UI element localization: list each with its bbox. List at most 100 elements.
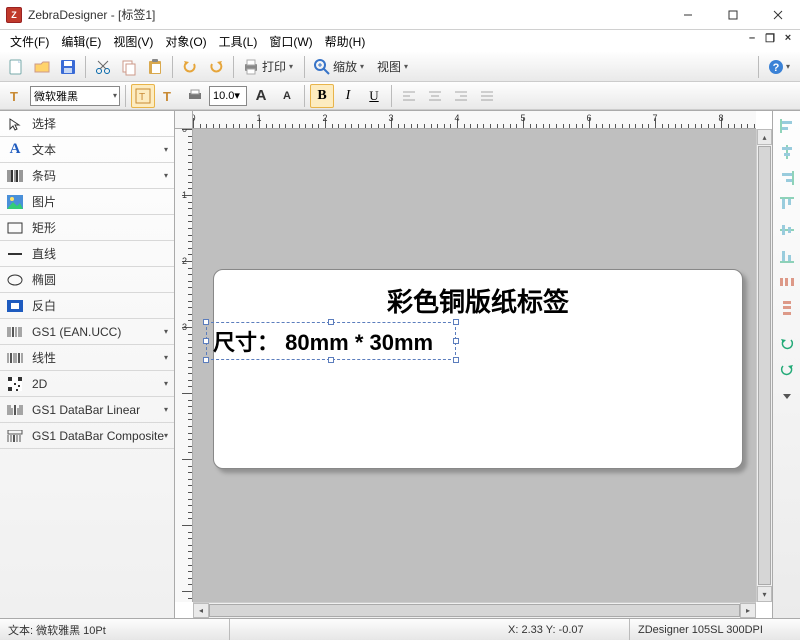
distribute-h-icon xyxy=(779,274,795,290)
rotate-cw[interactable] xyxy=(776,359,798,381)
tool-databar-composite[interactable]: GS1 DataBar Composite▾ xyxy=(0,423,174,449)
align-right-button[interactable] xyxy=(449,84,473,108)
resize-handle[interactable] xyxy=(453,338,459,344)
copy-button[interactable] xyxy=(117,55,141,79)
align-left-edges[interactable] xyxy=(776,115,798,137)
tool-gs1[interactable]: GS1 (EAN.UCC)▾ xyxy=(0,319,174,345)
label-size-text[interactable]: 尺寸： 80mm * 30mm xyxy=(207,323,455,359)
distribute-v[interactable] xyxy=(776,297,798,319)
help-icon: ? xyxy=(767,58,785,76)
more-icon xyxy=(779,388,795,404)
menu-object[interactable]: 对象(O) xyxy=(159,31,212,52)
tool-rect[interactable]: 矩形 xyxy=(0,215,174,241)
align-center-v[interactable] xyxy=(776,219,798,241)
vertical-scrollbar[interactable]: ▴ ▾ xyxy=(756,129,772,602)
menu-window[interactable]: 窗口(W) xyxy=(263,31,318,52)
zoom-button[interactable]: 缩放 ▾ xyxy=(310,55,370,79)
font-name-combo[interactable]: 微软雅黑▾ xyxy=(30,86,120,106)
menu-help[interactable]: 帮助(H) xyxy=(319,31,372,52)
resize-handle[interactable] xyxy=(453,357,459,363)
align-right-edges[interactable] xyxy=(776,167,798,189)
open-button[interactable] xyxy=(30,55,54,79)
align-left-edges-icon xyxy=(779,118,795,134)
view-dropdown[interactable]: 视图 ▾ xyxy=(372,55,414,79)
align-toolbar xyxy=(772,111,800,618)
scroll-left-button[interactable]: ◂ xyxy=(193,603,209,618)
redo-button[interactable] xyxy=(204,55,228,79)
italic-button[interactable]: I xyxy=(336,84,360,108)
printer-font-button[interactable] xyxy=(183,84,207,108)
font-size-combo[interactable]: 10.0▾ xyxy=(209,86,247,106)
label-object[interactable]: 彩色铜版纸标签 尺寸： 80mm * 30mm xyxy=(213,269,743,469)
text-object-button[interactable]: T xyxy=(157,84,181,108)
scroll-up-button[interactable]: ▴ xyxy=(757,129,772,145)
cut-button[interactable] xyxy=(91,55,115,79)
distribute-h[interactable] xyxy=(776,271,798,293)
align-left-button[interactable] xyxy=(397,84,421,108)
help-button[interactable]: ?▾ xyxy=(764,55,796,79)
chevron-down-icon: ▾ xyxy=(786,62,793,71)
undo-button[interactable] xyxy=(178,55,202,79)
resize-handle[interactable] xyxy=(203,338,209,344)
menu-edit[interactable]: 编辑(E) xyxy=(55,31,107,52)
scroll-thumb[interactable] xyxy=(209,604,740,617)
horizontal-scrollbar[interactable]: ◂ ▸ xyxy=(193,602,756,618)
tool-select[interactable]: 选择 xyxy=(0,111,174,137)
resize-handle[interactable] xyxy=(453,319,459,325)
paste-button[interactable] xyxy=(143,55,167,79)
tool-text[interactable]: A文本▾ xyxy=(0,137,174,163)
resize-handle[interactable] xyxy=(203,319,209,325)
text-style-button[interactable]: T xyxy=(4,84,28,108)
underline-button[interactable]: U xyxy=(362,84,386,108)
tool-ellipse[interactable]: 椭圆 xyxy=(0,267,174,293)
tool-databar-linear[interactable]: GS1 DataBar Linear▾ xyxy=(0,397,174,423)
menu-tools[interactable]: 工具(L) xyxy=(213,31,264,52)
increase-font-button[interactable]: A xyxy=(249,84,273,108)
rotate-ccw[interactable] xyxy=(776,333,798,355)
mdi-close[interactable]: × xyxy=(780,30,796,46)
selection-box[interactable]: 尺寸： 80mm * 30mm xyxy=(206,322,456,360)
more-align[interactable] xyxy=(776,385,798,407)
tool-2d[interactable]: 2D▾ xyxy=(0,371,174,397)
mdi-restore[interactable]: ❐ xyxy=(762,30,778,46)
canvas-zone: 012345678 0123 彩色铜版纸标签 尺寸： 80mm * 30mm ▴… xyxy=(175,111,772,618)
align-justify-button[interactable] xyxy=(475,84,499,108)
tool-linear[interactable]: 线性▾ xyxy=(0,345,174,371)
inverse-icon xyxy=(6,298,24,314)
design-canvas[interactable]: 彩色铜版纸标签 尺寸： 80mm * 30mm xyxy=(193,129,756,602)
maximize-button[interactable] xyxy=(710,0,755,29)
new-button[interactable] xyxy=(4,55,28,79)
tool-line[interactable]: 直线 xyxy=(0,241,174,267)
fit-text-button[interactable]: T xyxy=(131,84,155,108)
scroll-right-button[interactable]: ▸ xyxy=(740,603,756,618)
line-icon xyxy=(6,246,24,262)
align-center-h[interactable] xyxy=(776,141,798,163)
scroll-down-button[interactable]: ▾ xyxy=(757,586,772,602)
tool-inverse[interactable]: 反白 xyxy=(0,293,174,319)
close-button[interactable] xyxy=(755,0,800,29)
menu-view[interactable]: 视图(V) xyxy=(107,31,159,52)
ruler-vertical[interactable]: 0123 xyxy=(175,129,193,602)
ruler-corner xyxy=(175,111,193,129)
bold-button[interactable]: B xyxy=(310,84,334,108)
print-button[interactable]: 打印 ▾ xyxy=(239,55,299,79)
resize-handle[interactable] xyxy=(328,319,334,325)
decrease-font-button[interactable]: A xyxy=(275,84,299,108)
align-bottom-edges[interactable] xyxy=(776,245,798,267)
tool-image[interactable]: 图片 xyxy=(0,189,174,215)
resize-handle[interactable] xyxy=(203,357,209,363)
tool-barcode[interactable]: 条码▾ xyxy=(0,163,174,189)
ruler-horizontal[interactable]: 012345678 xyxy=(193,111,756,129)
label-title-text[interactable]: 彩色铜版纸标签 xyxy=(214,282,742,319)
save-button[interactable] xyxy=(56,55,80,79)
scroll-thumb[interactable] xyxy=(758,146,771,585)
menu-file[interactable]: 文件(F) xyxy=(4,31,55,52)
rect-icon xyxy=(6,220,24,236)
resize-handle[interactable] xyxy=(328,357,334,363)
align-top-edges[interactable] xyxy=(776,193,798,215)
minimize-button[interactable] xyxy=(665,0,710,29)
main-toolbar: 打印 ▾ 缩放 ▾ 视图 ▾ ?▾ xyxy=(0,52,800,82)
align-center-button[interactable] xyxy=(423,84,447,108)
mdi-minimize[interactable]: – xyxy=(744,30,760,46)
image-icon xyxy=(6,194,24,210)
